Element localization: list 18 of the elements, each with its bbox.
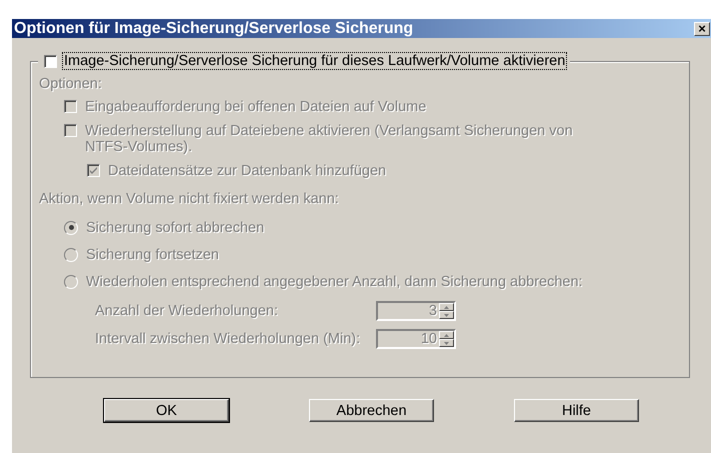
check-icon bbox=[89, 166, 98, 175]
field-label: Anzahl der Wiederholungen: bbox=[95, 303, 279, 319]
checkbox-label: Wiederherstellung auf Dateiebene aktivieren (Verlangsamt Sicherungen von NTFS-Volumes). bbox=[85, 123, 574, 155]
radio-label: Wiederholen entsprechend angegebener Anzahl, dann Sicherung abbrechen: bbox=[86, 274, 583, 290]
dialog-button[interactable]: Hilfe bbox=[514, 399, 639, 422]
close-button[interactable]: × bbox=[694, 22, 710, 36]
checkbox-label: Eingabeaufforderung bei offenen Dateien auf Volume bbox=[85, 99, 428, 115]
checkbox[interactable] bbox=[44, 54, 57, 68]
field-label: Intervall zwischen Wiederholungen (Min): bbox=[95, 331, 362, 347]
dialog-button[interactable]: OK bbox=[104, 399, 229, 422]
window-title: Optionen für Image-Sicherung/Serverlose Sicherung bbox=[14, 20, 414, 38]
section-label: Optionen: bbox=[39, 76, 103, 93]
dialog-button[interactable]: Abbrechen bbox=[309, 399, 434, 422]
radio-label: Sicherung sofort abbrechen bbox=[86, 220, 264, 236]
section-label: Aktion, wenn Volume nicht fixiert werden kann: bbox=[39, 191, 340, 208]
checkbox-label: Dateidatensätze zur Datenbank hinzufügen bbox=[108, 163, 388, 179]
radio-label: Sicherung fortsetzen bbox=[86, 246, 219, 262]
checkbox-label: Image-Sicherung/Serverlose Sicherung für dieses Laufwerk/Volume aktivieren bbox=[62, 52, 568, 70]
